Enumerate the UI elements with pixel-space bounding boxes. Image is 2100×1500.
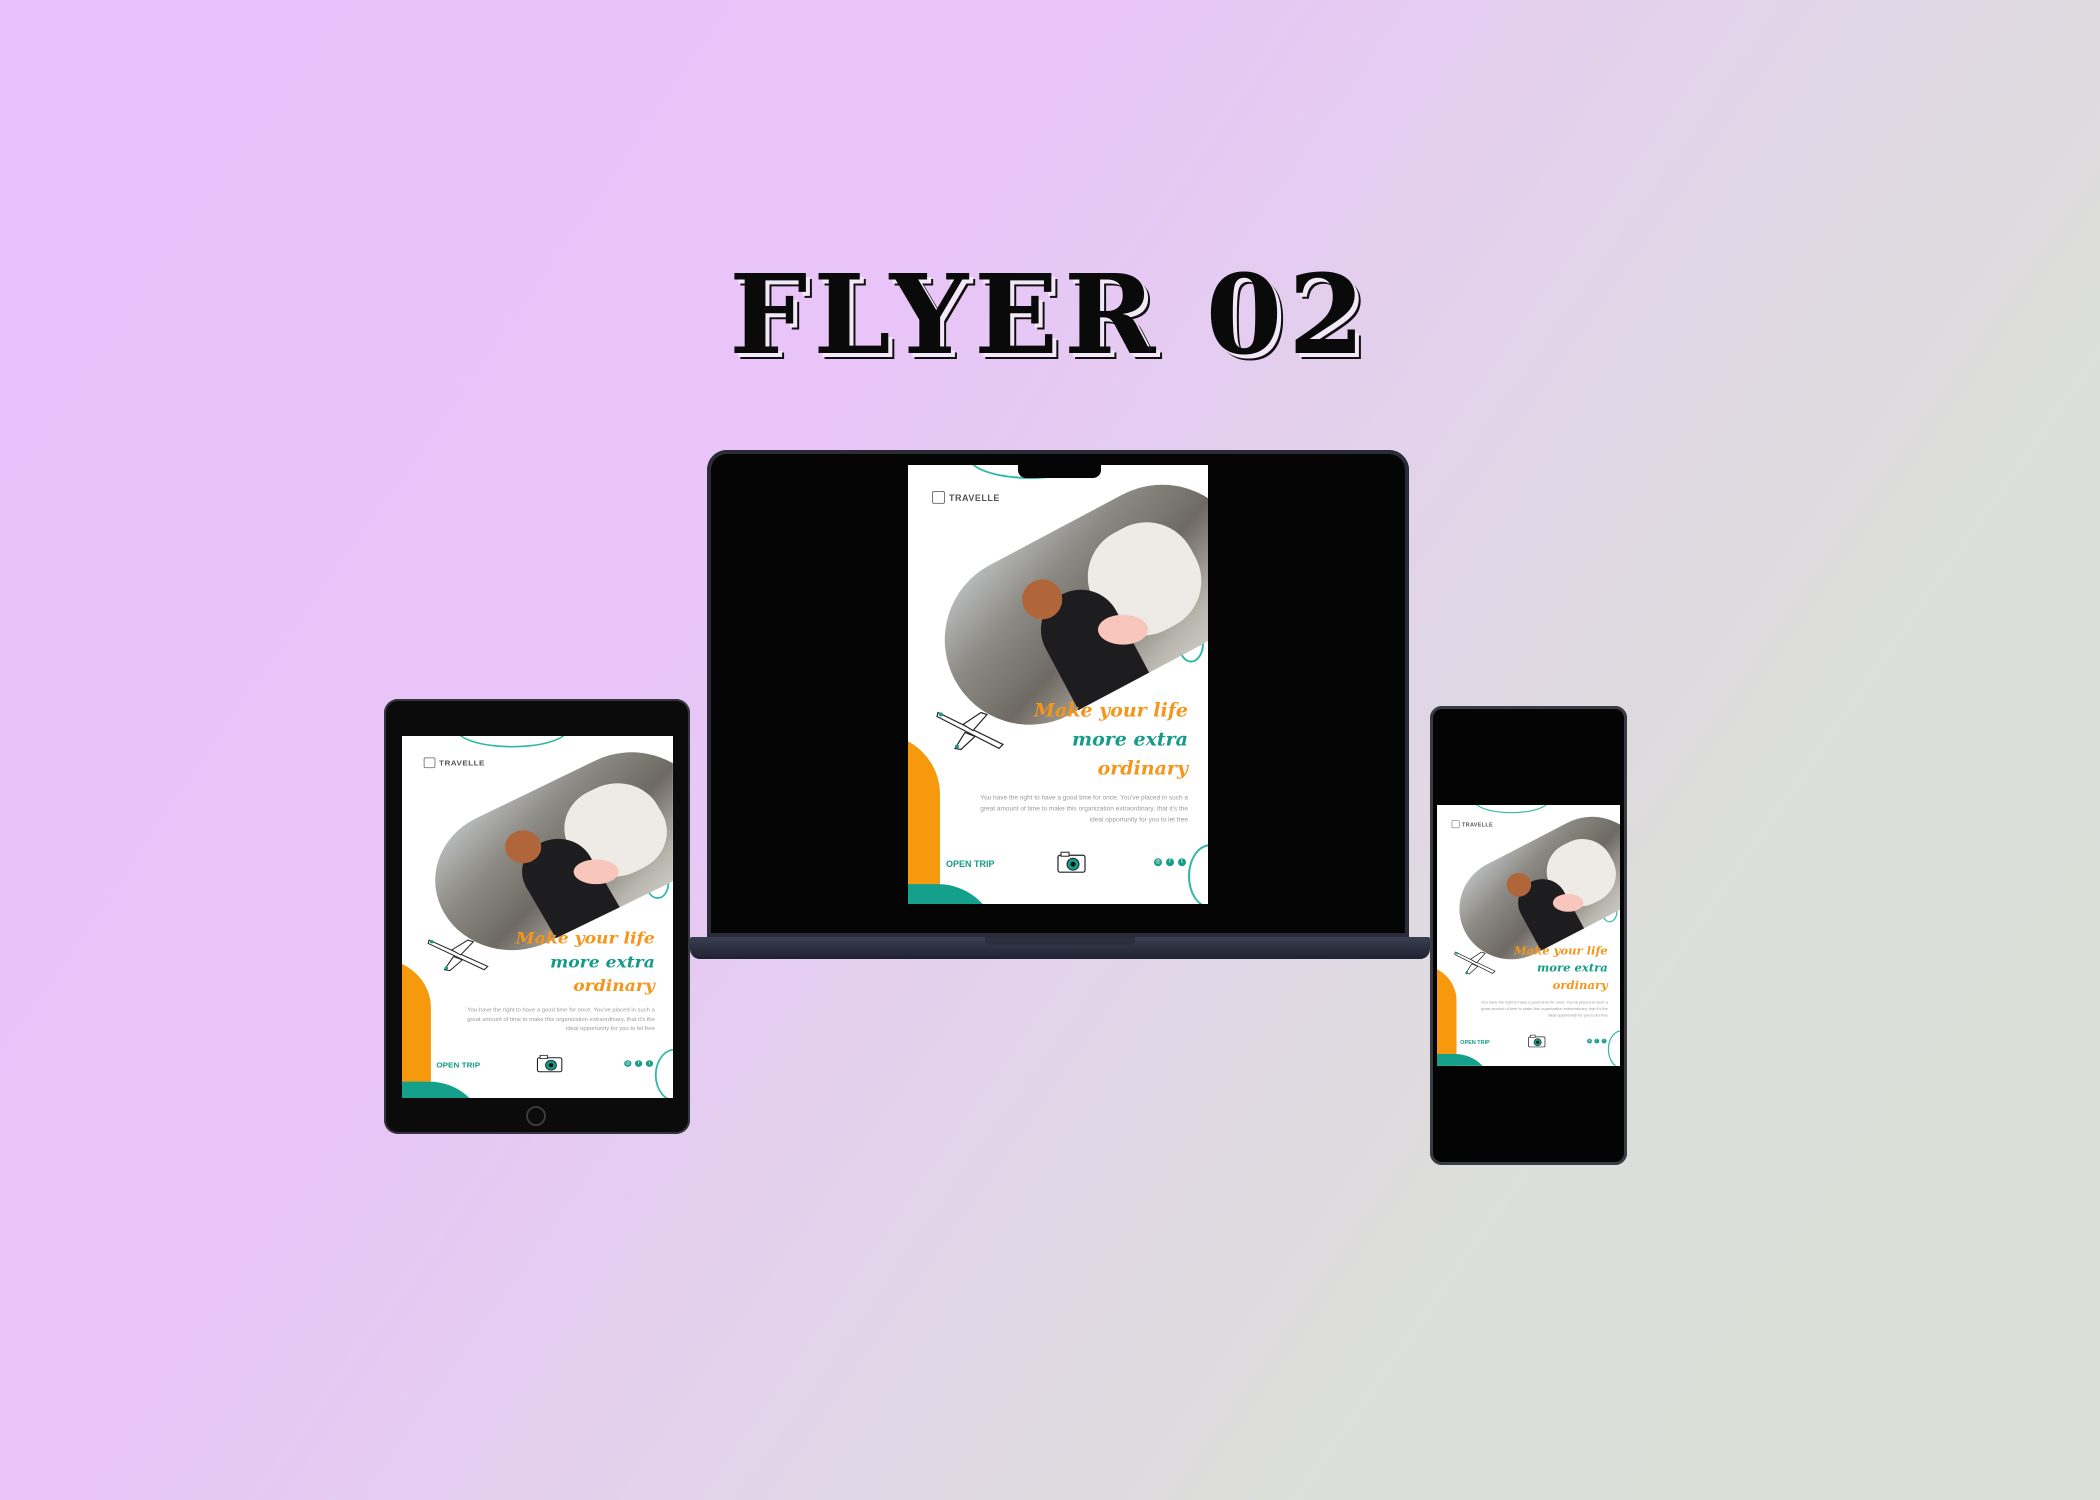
open-trip-label: OPEN TRIP <box>436 1061 481 1070</box>
page-title: FLYER 02 <box>729 250 1371 379</box>
headline-line-3: ordinary <box>1552 978 1608 992</box>
orange-blob <box>908 734 940 904</box>
pink-blob <box>1552 893 1584 912</box>
headline-line-2: more extra <box>550 953 655 972</box>
twitter-icon: t <box>1178 858 1186 867</box>
teal-squiggle <box>1607 1030 1620 1066</box>
brand-name: TRAVELLE <box>439 758 485 767</box>
social-icons: ◎ f t <box>1587 1038 1607 1044</box>
airplane-icon <box>427 939 489 972</box>
flyer-body-text: You have the right to have a good time f… <box>467 1007 655 1032</box>
teal-blob <box>402 1081 484 1098</box>
headline-line-3: ordinary <box>573 977 655 996</box>
pink-blob <box>573 859 619 885</box>
facebook-icon: f <box>1594 1038 1600 1044</box>
brand-logo: TRAVELLE <box>1451 820 1494 829</box>
brand-name: TRAVELLE <box>949 492 1000 503</box>
flyer: TRAVELLE Make your life more extra ordin… <box>402 736 673 1098</box>
brand-icon <box>1451 820 1460 829</box>
phone-flyer-screen: TRAVELLE Make your life more extra ordin… <box>1437 805 1620 1066</box>
orange-blob <box>1437 965 1457 1066</box>
open-trip-label: OPEN TRIP <box>1460 1039 1490 1046</box>
twitter-icon: t <box>645 1060 654 1067</box>
flyer-body-text: You have the right to have a good time f… <box>1481 1000 1608 1018</box>
brand-logo: TRAVELLE <box>932 490 1000 504</box>
teal-squiggle <box>654 1048 673 1098</box>
camera-icon <box>536 1054 563 1073</box>
brand-icon <box>423 757 436 769</box>
airplane-icon <box>936 711 1005 751</box>
teal-blob <box>1437 1054 1492 1066</box>
instagram-icon: ◎ <box>1154 858 1162 867</box>
social-icons: ◎ f t <box>624 1060 654 1067</box>
laptop-flyer-screen: TRAVELLE Make your life more extra ordin… <box>908 465 1208 904</box>
flyer-headline: Make your life more extra ordinary <box>1514 943 1608 995</box>
camera-icon <box>1057 851 1086 873</box>
orange-blob <box>402 958 431 1098</box>
camera-icon <box>1528 1034 1546 1048</box>
flyer: TRAVELLE Make your life more extra ordin… <box>1437 805 1620 1066</box>
brand-logo: TRAVELLE <box>423 757 485 769</box>
flyer-body-text: You have the right to have a good time f… <box>980 794 1188 824</box>
instagram-icon: ◎ <box>624 1060 632 1067</box>
airplane-icon <box>1454 951 1496 975</box>
laptop-notch <box>1018 462 1101 478</box>
tablet-home-button <box>526 1106 546 1126</box>
teal-blob <box>908 884 998 904</box>
headline-line-1: Make your life <box>515 929 655 948</box>
brand-name: TRAVELLE <box>1462 821 1494 828</box>
teal-squiggle <box>456 736 569 748</box>
headline-line-2: more extra <box>1537 961 1608 975</box>
social-icons: ◎ f t <box>1154 858 1186 867</box>
teal-squiggle <box>1473 805 1550 814</box>
tablet-flyer-screen: TRAVELLE Make your life more extra ordin… <box>402 736 673 1098</box>
flyer: TRAVELLE Make your life more extra ordin… <box>908 465 1208 904</box>
flyer-headline: Make your life more extra ordinary <box>516 927 655 999</box>
teal-squiggle <box>1188 844 1208 904</box>
facebook-icon: f <box>1166 858 1174 867</box>
laptop-hinge <box>985 937 1135 945</box>
instagram-icon: ◎ <box>1587 1038 1592 1044</box>
brand-icon <box>932 490 945 504</box>
headline-line-2: more extra <box>1071 728 1188 751</box>
headline-line-1: Make your life <box>1033 699 1188 722</box>
facebook-icon: f <box>634 1060 643 1067</box>
pink-blob <box>1098 614 1148 645</box>
open-trip-label: OPEN TRIP <box>946 859 995 870</box>
headline-line-1: Make your life <box>1513 944 1608 958</box>
twitter-icon: t <box>1601 1038 1607 1044</box>
headline-line-3: ordinary <box>1097 757 1188 780</box>
flyer-headline: Make your life more extra ordinary <box>1034 697 1188 784</box>
